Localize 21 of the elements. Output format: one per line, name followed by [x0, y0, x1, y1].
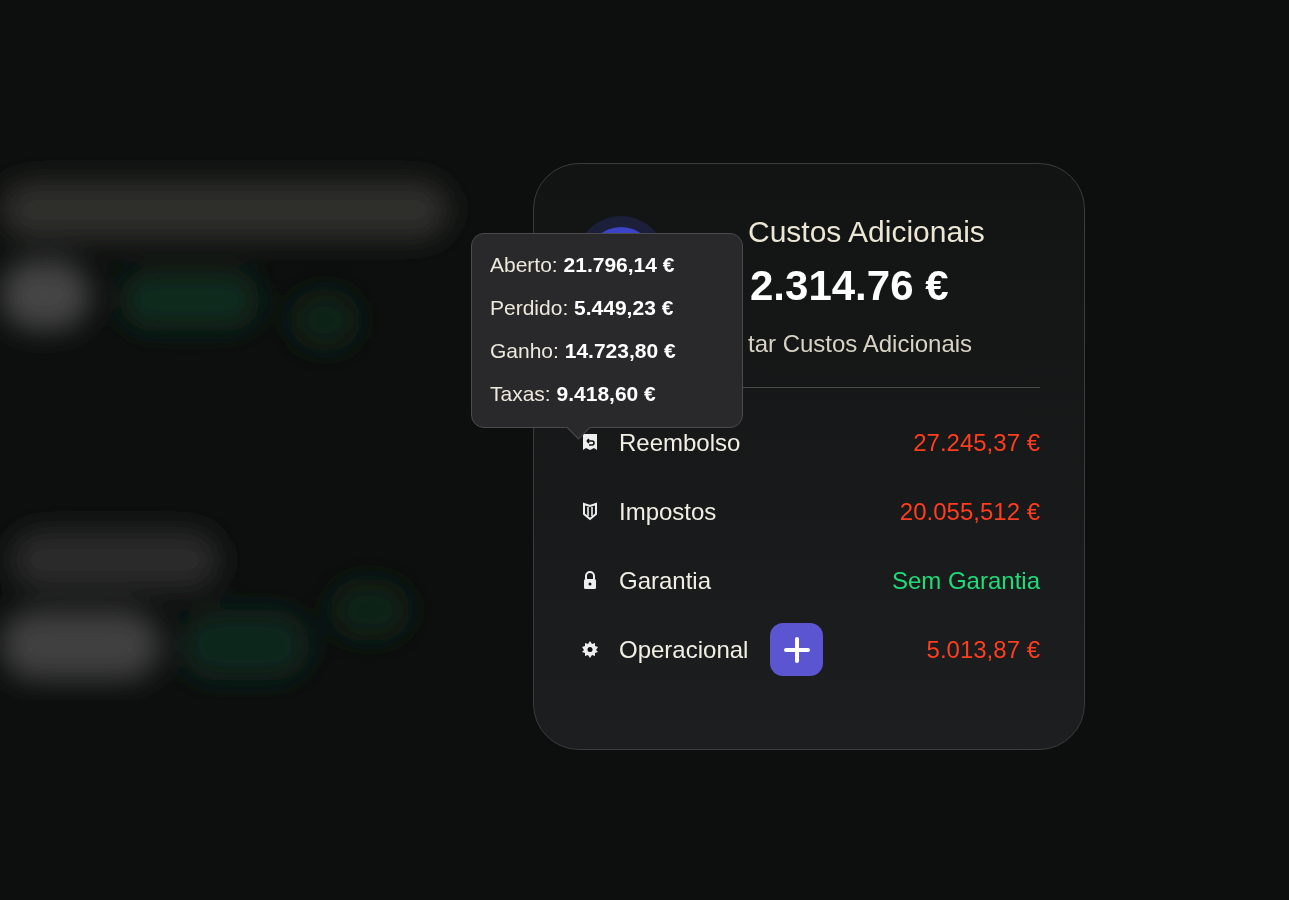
row-label: Impostos	[619, 497, 717, 526]
tooltip-line: Ganho: 14.723,80 €	[490, 338, 677, 364]
plus-icon	[783, 636, 810, 663]
shield-icon	[581, 501, 599, 522]
row-value: 20.055,512 €	[899, 497, 1040, 526]
row-label: Operacional	[619, 635, 749, 664]
row-value: 5.013,87 €	[926, 635, 1040, 664]
row-label: Garantia	[619, 566, 712, 595]
row-value: 27.245,37 €	[913, 428, 1040, 457]
tooltip-line: Perdido: 5.449,23 €	[490, 295, 675, 321]
tooltip-line: Taxas: 9.418,60 €	[490, 381, 657, 407]
receipt-icon	[581, 432, 599, 453]
lock-icon	[581, 570, 599, 591]
edit-link[interactable]: tar Custos Adicionais	[748, 329, 985, 359]
card-title: Custos Adicionais	[748, 214, 985, 250]
tooltip-line: Aberto: 21.796,14 €	[490, 252, 676, 278]
add-button[interactable]	[770, 623, 824, 676]
gear-icon	[581, 639, 599, 660]
total-amount: 2.314.76 €	[750, 261, 950, 311]
row-value: Sem Garantia	[891, 566, 1040, 595]
row-label: Reembolso	[619, 428, 741, 457]
